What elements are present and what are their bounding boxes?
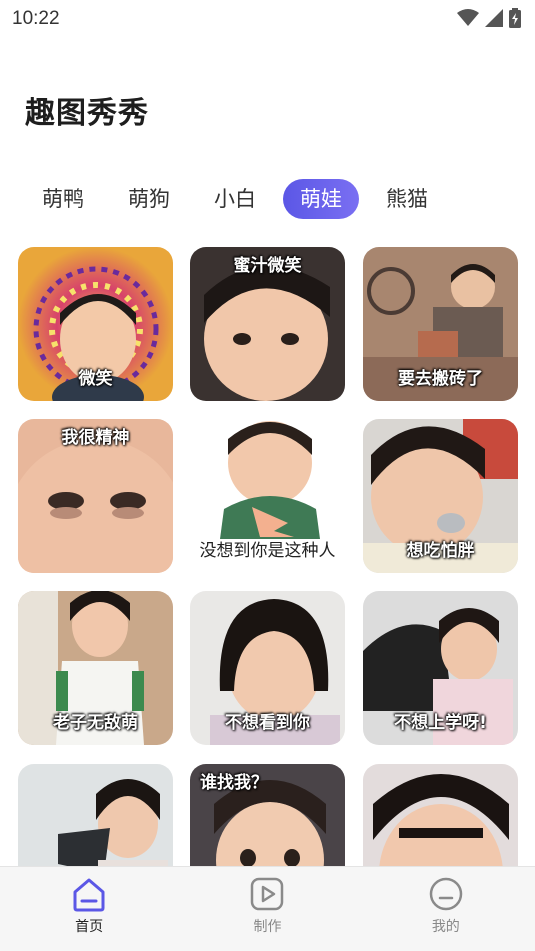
category-tabs: 萌鸭 萌狗 小白 萌娃 熊猫 bbox=[25, 178, 455, 220]
status-time: 10:22 bbox=[12, 8, 60, 29]
page-title: 趣图秀秀 bbox=[25, 96, 149, 131]
nav-mine-label: 我的 bbox=[431, 919, 460, 935]
sticker-card[interactable]: 想吃怕胖 bbox=[363, 419, 518, 573]
sticker-card[interactable]: 蜜汁微笑 bbox=[190, 247, 345, 401]
sticker-card[interactable]: 没想到你是这种人 bbox=[190, 419, 345, 573]
sticker-card[interactable]: 我很精神 bbox=[18, 419, 173, 573]
sticker-caption: 微笑 bbox=[78, 369, 113, 389]
nav-create-label: 制作 bbox=[253, 919, 282, 935]
sticker-card[interactable]: 谁找我？ bbox=[190, 764, 345, 867]
nav-home-label: 首页 bbox=[75, 919, 104, 935]
nav-mine[interactable]: 我的 bbox=[357, 867, 535, 951]
tab-panda[interactable]: 熊猫 bbox=[369, 179, 445, 219]
sticker-caption: 想吃怕胖 bbox=[406, 541, 475, 561]
sticker-card[interactable]: 不想上学呀! bbox=[363, 591, 518, 745]
sticker-caption: 要去搬砖了 bbox=[398, 369, 483, 389]
sticker-caption: 老子无敌萌 bbox=[53, 713, 138, 733]
tab-dog[interactable]: 萌狗 bbox=[111, 179, 187, 219]
nav-create[interactable]: 制作 bbox=[178, 867, 356, 951]
status-bar: 10:22 bbox=[0, 0, 535, 38]
sticker-caption: 蜜汁微笑 bbox=[233, 256, 302, 276]
profile-face-icon bbox=[427, 875, 465, 913]
sticker-card[interactable] bbox=[18, 764, 173, 867]
tab-xiaobai[interactable]: 小白 bbox=[197, 179, 273, 219]
sticker-card[interactable]: 不想看到你 bbox=[190, 591, 345, 745]
tab-duck[interactable]: 萌鸭 bbox=[25, 179, 101, 219]
battery-icon bbox=[509, 8, 521, 28]
sticker-image bbox=[18, 764, 173, 867]
sticker-caption: 没想到你是这种人 bbox=[199, 541, 336, 561]
sticker-card[interactable] bbox=[363, 764, 518, 867]
sticker-caption: 谁找我？ bbox=[200, 773, 268, 793]
sticker-card[interactable]: 微笑 bbox=[18, 247, 173, 401]
sticker-grid: 微笑 蜜汁微笑 要去搬砖了 我很精神 没想到你是这种人 想吃怕胖 老子无敌萌 不… bbox=[18, 247, 518, 867]
wifi-icon bbox=[457, 9, 479, 26]
signal-icon bbox=[485, 9, 503, 27]
tab-baby[interactable]: 萌娃 bbox=[283, 179, 359, 219]
bottom-navigation: 首页 制作 我的 bbox=[0, 866, 535, 951]
sticker-caption: 不想看到你 bbox=[225, 713, 310, 733]
sticker-image bbox=[363, 764, 518, 867]
nav-home[interactable]: 首页 bbox=[0, 867, 178, 951]
sticker-caption: 不想上学呀! bbox=[394, 713, 487, 733]
sticker-card[interactable]: 老子无敌萌 bbox=[18, 591, 173, 745]
sticker-caption: 我很精神 bbox=[61, 428, 130, 448]
status-icons bbox=[457, 7, 521, 29]
home-icon bbox=[70, 875, 108, 913]
sticker-card[interactable]: 要去搬砖了 bbox=[363, 247, 518, 401]
play-icon bbox=[248, 875, 286, 913]
